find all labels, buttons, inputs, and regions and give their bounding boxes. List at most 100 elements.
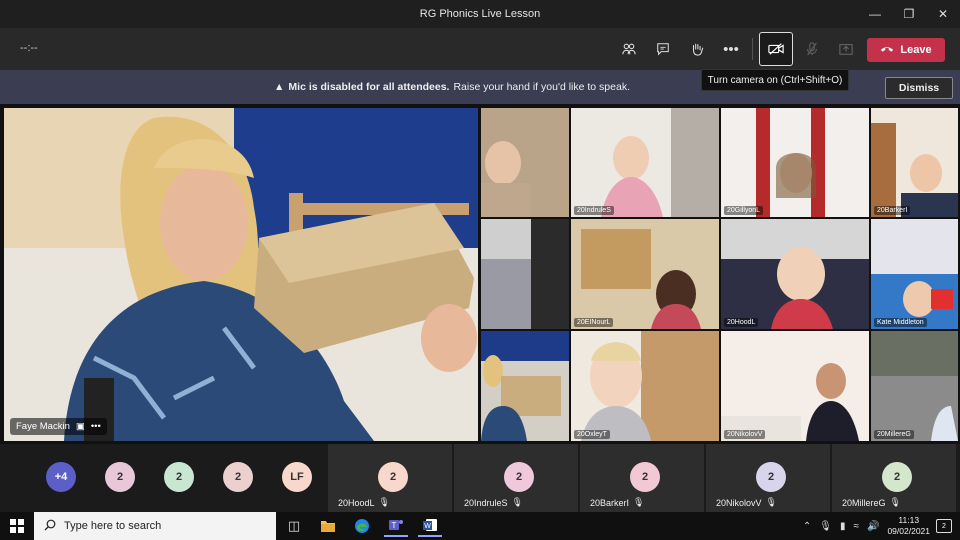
dismiss-button[interactable]: Dismiss	[885, 77, 953, 99]
participant-video	[871, 219, 958, 329]
mic-off-icon: 🎙	[765, 497, 777, 507]
participant-tile[interactable]: 20NikolovV	[721, 331, 869, 441]
presenter-more-icon[interactable]: •••	[91, 421, 101, 432]
teams-icon[interactable]: T	[384, 515, 408, 537]
avatar[interactable]: 2	[164, 462, 194, 492]
participant-video	[871, 108, 958, 217]
participant-name: 20OxleyT	[574, 430, 610, 439]
windows-taskbar: Type here to search ◫ T W ⌃ 🎙 ▮ ≈ 🔊 11:1…	[0, 512, 960, 540]
participant-tile[interactable]	[481, 219, 569, 329]
avatar: 2	[630, 462, 660, 492]
participant-video	[571, 108, 719, 217]
participant-tile[interactable]: 20MillereG	[871, 331, 958, 441]
participant-video	[871, 331, 958, 441]
presenter-name: Faye Mackin	[16, 421, 70, 432]
window-title: RG Phonics Live Lesson	[419, 8, 541, 20]
participant-card[interactable]: 2 20IndruleS 🎙	[454, 444, 578, 512]
edge-browser-icon[interactable]	[350, 515, 374, 537]
participant-card-name: 20NikolovV 🎙	[716, 497, 777, 508]
wifi-icon[interactable]: ≈	[854, 521, 860, 532]
participant-card[interactable]: 2 20MillereG 🎙	[832, 444, 956, 512]
avatar: 2	[378, 462, 408, 492]
restore-icon[interactable]: ❐	[892, 0, 926, 28]
participant-name: 20GillyonL	[724, 206, 764, 215]
avatar[interactable]: 2	[105, 462, 135, 492]
system-tray: ⌃ 🎙 ▮ ≈ 🔊 11:13 09/02/2021	[803, 512, 930, 540]
participant-tile[interactable]: Kate Middleton	[871, 219, 958, 329]
participant-card[interactable]: 2 20BarkerI 🎙	[580, 444, 704, 512]
participant-name: 20EINourL	[574, 318, 614, 327]
avatar: 2	[504, 462, 534, 492]
toolbar-separator	[752, 38, 753, 60]
windows-start-icon[interactable]	[10, 519, 24, 533]
participant-tile[interactable]: 20EINourL	[571, 219, 719, 329]
mic-off-icon: 🎙	[633, 497, 645, 507]
participant-tile[interactable]: 20IndruleS	[571, 108, 719, 217]
participant-name: 20BarkerI	[590, 497, 630, 508]
task-view-icon[interactable]: ◫	[282, 515, 306, 537]
taskbar-clock[interactable]: 11:13 09/02/2021	[887, 515, 930, 537]
participant-name: 20HoodL	[724, 318, 759, 327]
close-icon[interactable]: ✕	[926, 0, 960, 28]
participant-tile[interactable]: 20OxleyT	[571, 331, 719, 441]
window-titlebar: RG Phonics Live Lesson — ❐ ✕	[0, 0, 960, 28]
more-icon[interactable]: •••	[714, 32, 748, 66]
avatar[interactable]: 2	[223, 462, 253, 492]
mic-off-icon: 🎙	[511, 497, 523, 507]
participant-tile[interactable]: 20HoodL	[721, 219, 869, 329]
meeting-toolbar: --:-- •••	[0, 28, 960, 70]
people-icon[interactable]	[612, 32, 646, 66]
svg-text:T: T	[392, 521, 397, 530]
participant-video	[481, 219, 569, 329]
participant-name: 20NikolovV	[724, 430, 766, 439]
overflow-avatar[interactable]: +4	[46, 462, 76, 492]
clock-date: 09/02/2021	[887, 526, 930, 536]
participant-tile[interactable]	[481, 331, 569, 441]
mic-off-icon: 🎙	[378, 497, 390, 507]
avatar[interactable]: LF	[282, 462, 312, 492]
chevron-up-icon[interactable]: ⌃	[803, 521, 811, 532]
camera-tooltip: Turn camera on (Ctrl+Shift+O)	[701, 69, 849, 91]
participant-name: 20IndruleS	[574, 206, 614, 215]
chat-icon[interactable]	[646, 32, 680, 66]
participant-grid: 20IndruleS 20GillyonL 20BarkerI 20EINour…	[481, 108, 958, 441]
participant-card-name: 20IndruleS 🎙	[464, 497, 523, 508]
participant-name: Kate Middleton	[874, 318, 927, 327]
mic-off-icon: 🎙	[889, 497, 901, 507]
participant-tile[interactable]: 20GillyonL	[721, 108, 869, 217]
notice-bold: Mic is disabled for all attendees.	[288, 81, 450, 93]
leave-button[interactable]: Leave	[867, 38, 945, 62]
participant-name: 20BarkerI	[874, 206, 911, 215]
participants-strip: +4 2 2 2 LF 2 20HoodL 🎙 2 20IndruleS 🎙 2 2…	[0, 444, 960, 512]
participant-name: 20MillereG	[874, 430, 914, 439]
participant-card-name: 20MillereG 🎙	[842, 497, 901, 508]
warning-icon: ▲	[274, 81, 285, 93]
notice-text: Raise your hand if you'd like to speak.	[453, 81, 630, 93]
notification-center-icon[interactable]: 2	[936, 519, 952, 533]
participant-video	[571, 331, 719, 441]
participant-card[interactable]: 2 20HoodL 🎙	[328, 444, 452, 512]
presenter-badge-icon: ▣	[75, 421, 85, 432]
participant-tile[interactable]: 20BarkerI	[871, 108, 958, 217]
participant-video	[721, 219, 869, 329]
raise-hand-icon[interactable]	[680, 32, 714, 66]
participant-video	[721, 331, 869, 441]
presenter-name-label: Faye Mackin ▣ •••	[10, 418, 107, 435]
presenter-video[interactable]: Faye Mackin ▣ •••	[4, 108, 478, 441]
file-explorer-icon[interactable]	[316, 515, 340, 537]
microphone-icon[interactable]: 🎙	[819, 521, 832, 532]
participant-video	[481, 108, 569, 217]
mic-disabled-icon	[795, 32, 829, 66]
participant-card[interactable]: 2 20NikolovV 🎙	[706, 444, 830, 512]
camera-off-icon[interactable]	[759, 32, 793, 66]
participant-tile[interactable]	[481, 108, 569, 217]
participant-name: 20NikolovV	[716, 497, 762, 508]
word-icon[interactable]: W	[418, 515, 442, 537]
search-placeholder: Type here to search	[64, 520, 162, 532]
search-icon	[44, 519, 56, 534]
share-tray-icon	[829, 32, 863, 66]
battery-icon[interactable]: ▮	[840, 521, 846, 532]
taskbar-search-input[interactable]: Type here to search	[34, 512, 276, 540]
minimize-icon[interactable]: —	[858, 0, 892, 28]
volume-icon[interactable]: 🔊	[867, 521, 879, 532]
